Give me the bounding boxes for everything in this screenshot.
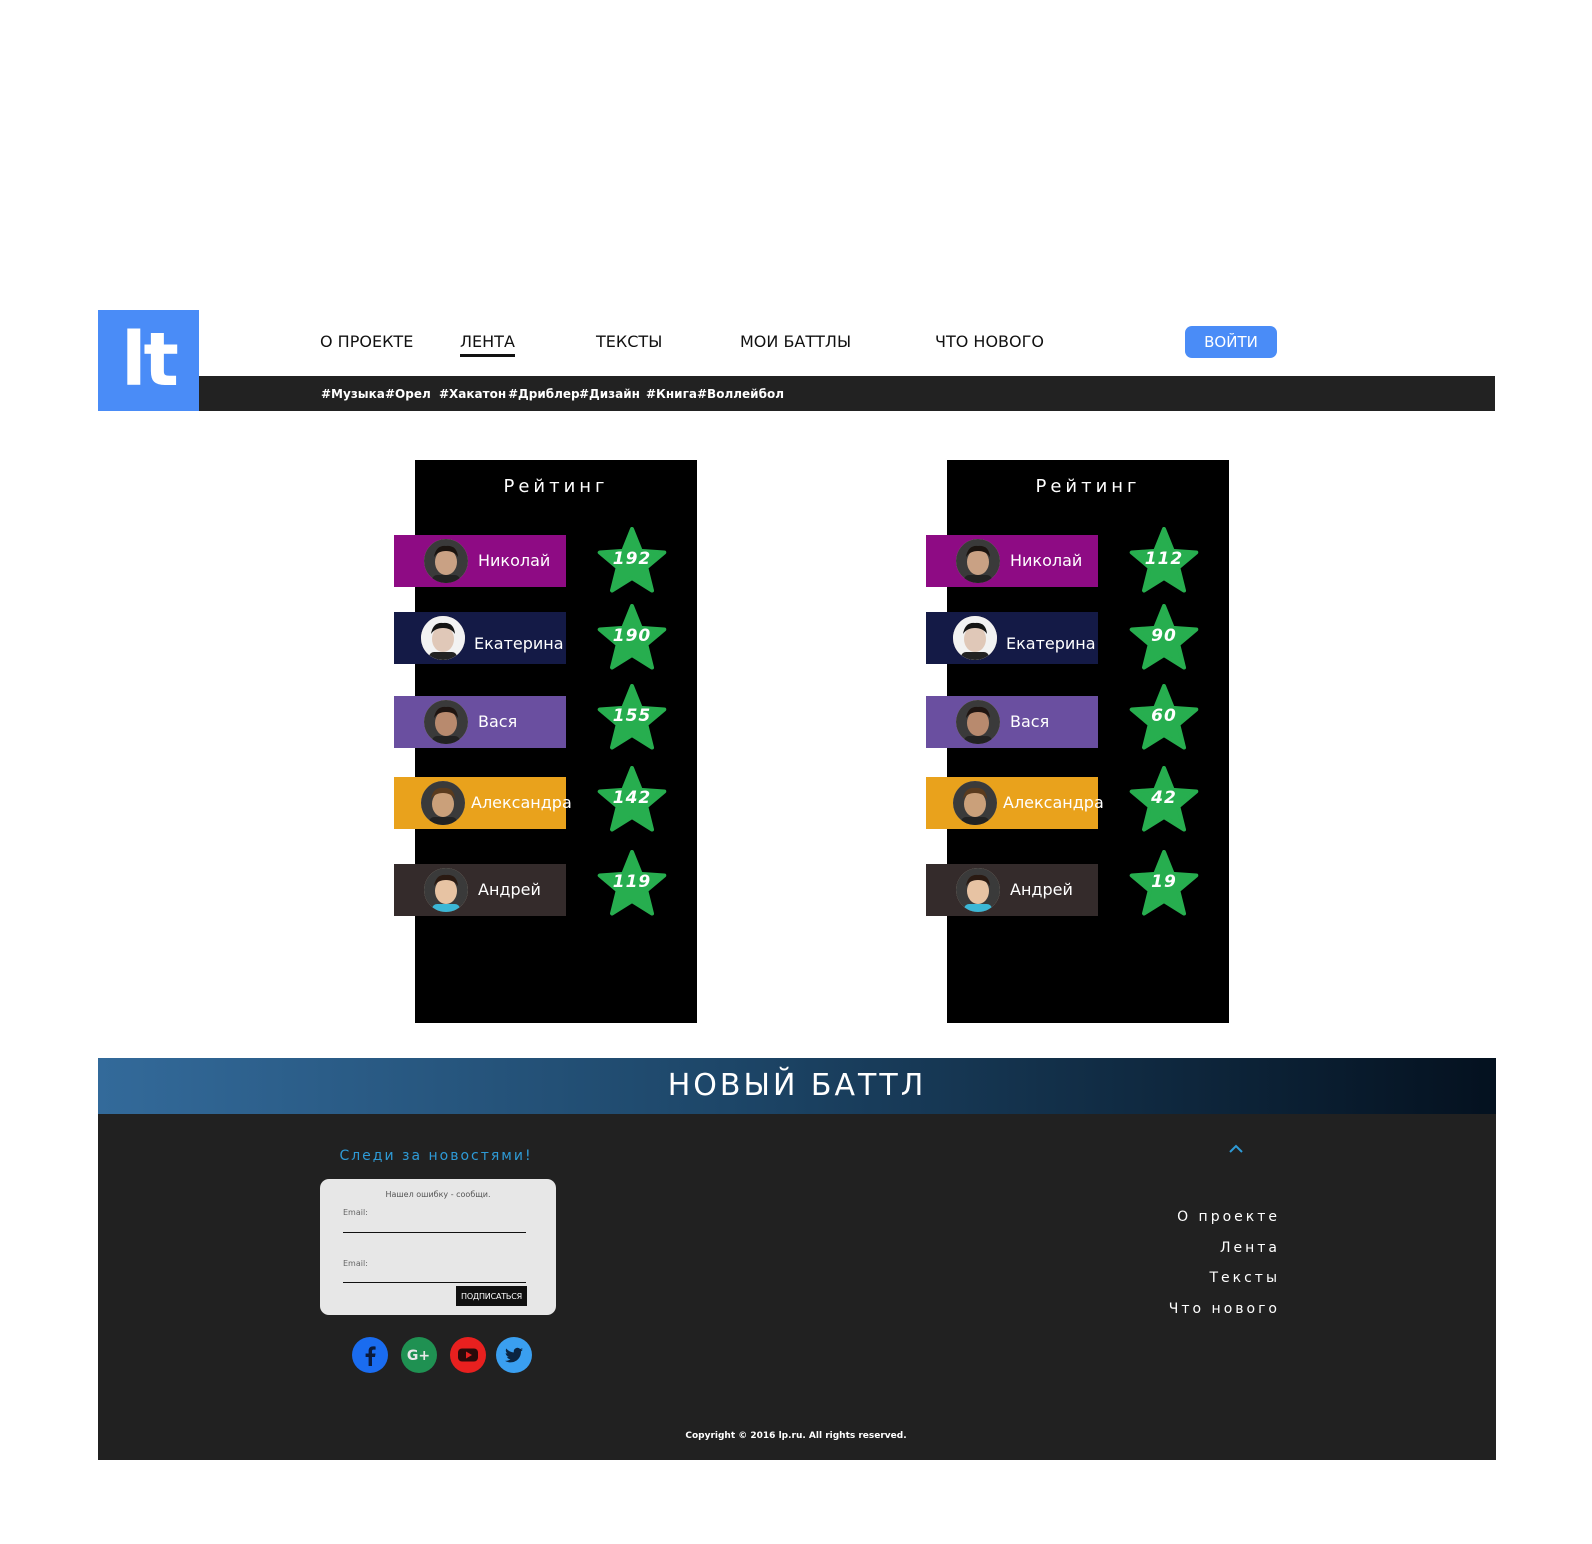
subscribe-button[interactable]: ПОДПИСАТЬСЯ (456, 1286, 527, 1306)
rating-user-card[interactable]: Николай (926, 535, 1098, 587)
score-star-icon: 60 (1129, 684, 1199, 752)
google-plus-icon[interactable]: G+ (401, 1337, 437, 1373)
rating-user-card[interactable]: Андрей (394, 864, 566, 916)
user-name: Андрей (478, 880, 541, 899)
rating-user-card[interactable]: Вася (394, 696, 566, 748)
footer-link-texts[interactable]: Тексты (1209, 1270, 1280, 1286)
tag-link[interactable]: #Музыка (321, 387, 385, 401)
rating-user-card[interactable]: Вася (926, 696, 1098, 748)
rating-user-card[interactable]: Александра (394, 777, 572, 829)
score-star-icon: 19 (1129, 850, 1199, 918)
user-avatar (956, 868, 1000, 912)
subscribe-form: Нашел ошибку - сообщи. Email: Email: ПОД… (320, 1179, 556, 1315)
footer-link-about[interactable]: О проекте (1177, 1209, 1280, 1225)
follow-news-title: Следи за новостями! (339, 1148, 533, 1164)
user-name: Александра (471, 793, 572, 812)
tag-link[interactable]: #Книга (646, 387, 697, 401)
score-star-icon: 90 (1129, 604, 1199, 672)
user-score: 142 (612, 788, 652, 808)
score-star-icon: 190 (597, 604, 667, 672)
user-name: Екатерина (1006, 634, 1096, 653)
rating-title: Рейтинг (1035, 476, 1141, 497)
tag-link[interactable]: #Хакатон (439, 387, 506, 401)
site-logo[interactable]: lt (98, 310, 199, 411)
user-avatar (424, 539, 468, 583)
rating-user-card[interactable]: Екатерина (926, 612, 1098, 664)
subscribe-hint: Нашел ошибку - сообщи. (385, 1190, 491, 1199)
tag-link[interactable]: #Воллейбол (697, 387, 784, 401)
user-score: 192 (612, 549, 652, 569)
email-field[interactable] (343, 1217, 526, 1231)
nav-texts[interactable]: ТЕКСТЫ (596, 332, 662, 351)
footer-link-feed[interactable]: Лента (1220, 1240, 1280, 1256)
new-battle-banner[interactable]: НОВЫЙ БАТТЛ (98, 1058, 1496, 1114)
user-name: Николай (478, 551, 551, 570)
user-name: Вася (1010, 712, 1050, 731)
nav-about[interactable]: О ПРОЕКТЕ (320, 332, 413, 351)
footer (98, 1114, 1496, 1460)
user-score: 60 (1151, 706, 1177, 726)
facebook-icon[interactable] (352, 1337, 388, 1373)
user-score: 42 (1151, 788, 1177, 808)
tag-link[interactable]: #Дриблер (508, 387, 580, 401)
login-button[interactable]: ВОЙТИ (1185, 326, 1277, 358)
email-underline (343, 1232, 526, 1233)
score-star-icon: 155 (597, 684, 667, 752)
new-battle-title: НОВЫЙ БАТТЛ (667, 1068, 927, 1103)
user-avatar (956, 700, 1000, 744)
user-name: Екатерина (474, 634, 564, 653)
nav-my-battles[interactable]: МОИ БАТТЛЫ (740, 332, 851, 351)
user-score: 90 (1151, 626, 1177, 646)
user-score: 155 (612, 706, 652, 726)
user-score: 112 (1144, 549, 1184, 569)
rating-user-card[interactable]: Андрей (926, 864, 1098, 916)
user-avatar (421, 781, 465, 825)
score-star-icon: 142 (597, 766, 667, 834)
nav-feed[interactable]: ЛЕНТА (460, 332, 515, 357)
rating-user-card[interactable]: Николай (394, 535, 566, 587)
score-star-icon: 119 (597, 850, 667, 918)
user-avatar (956, 539, 1000, 583)
user-name: Александра (1003, 793, 1104, 812)
user-score: 190 (612, 626, 652, 646)
user-avatar (424, 700, 468, 744)
user-avatar (424, 868, 468, 912)
email-underline (343, 1282, 526, 1283)
youtube-icon[interactable] (450, 1337, 486, 1373)
rating-user-card[interactable]: Александра (926, 777, 1104, 829)
user-name: Андрей (1010, 880, 1073, 899)
email-label: Email: (343, 1208, 368, 1217)
score-star-icon: 112 (1129, 527, 1199, 595)
score-star-icon: 192 (597, 527, 667, 595)
tag-link[interactable]: #Орел (385, 387, 431, 401)
user-avatar (953, 616, 997, 660)
tag-link[interactable]: #Дизайн (579, 387, 640, 401)
footer-link-whats-new[interactable]: Что нового (1169, 1301, 1280, 1317)
user-name: Николай (1010, 551, 1083, 570)
logo-text: lt (121, 317, 179, 403)
email-field[interactable] (343, 1267, 526, 1281)
rating-user-card[interactable]: Екатерина (394, 612, 566, 664)
copyright: Copyright © 2016 lp.ru. All rights reser… (685, 1431, 907, 1441)
svg-text:G+: G+ (407, 1348, 430, 1364)
rating-title: Рейтинг (503, 476, 609, 497)
user-score: 19 (1151, 872, 1177, 892)
nav-whats-new[interactable]: ЧТО НОВОГО (935, 332, 1044, 351)
twitter-icon[interactable] (496, 1337, 532, 1373)
user-score: 119 (612, 872, 652, 892)
user-avatar (421, 616, 465, 660)
user-avatar (953, 781, 997, 825)
scroll-top-chevron-up-icon[interactable] (1225, 1141, 1247, 1157)
user-name: Вася (478, 712, 518, 731)
score-star-icon: 42 (1129, 766, 1199, 834)
